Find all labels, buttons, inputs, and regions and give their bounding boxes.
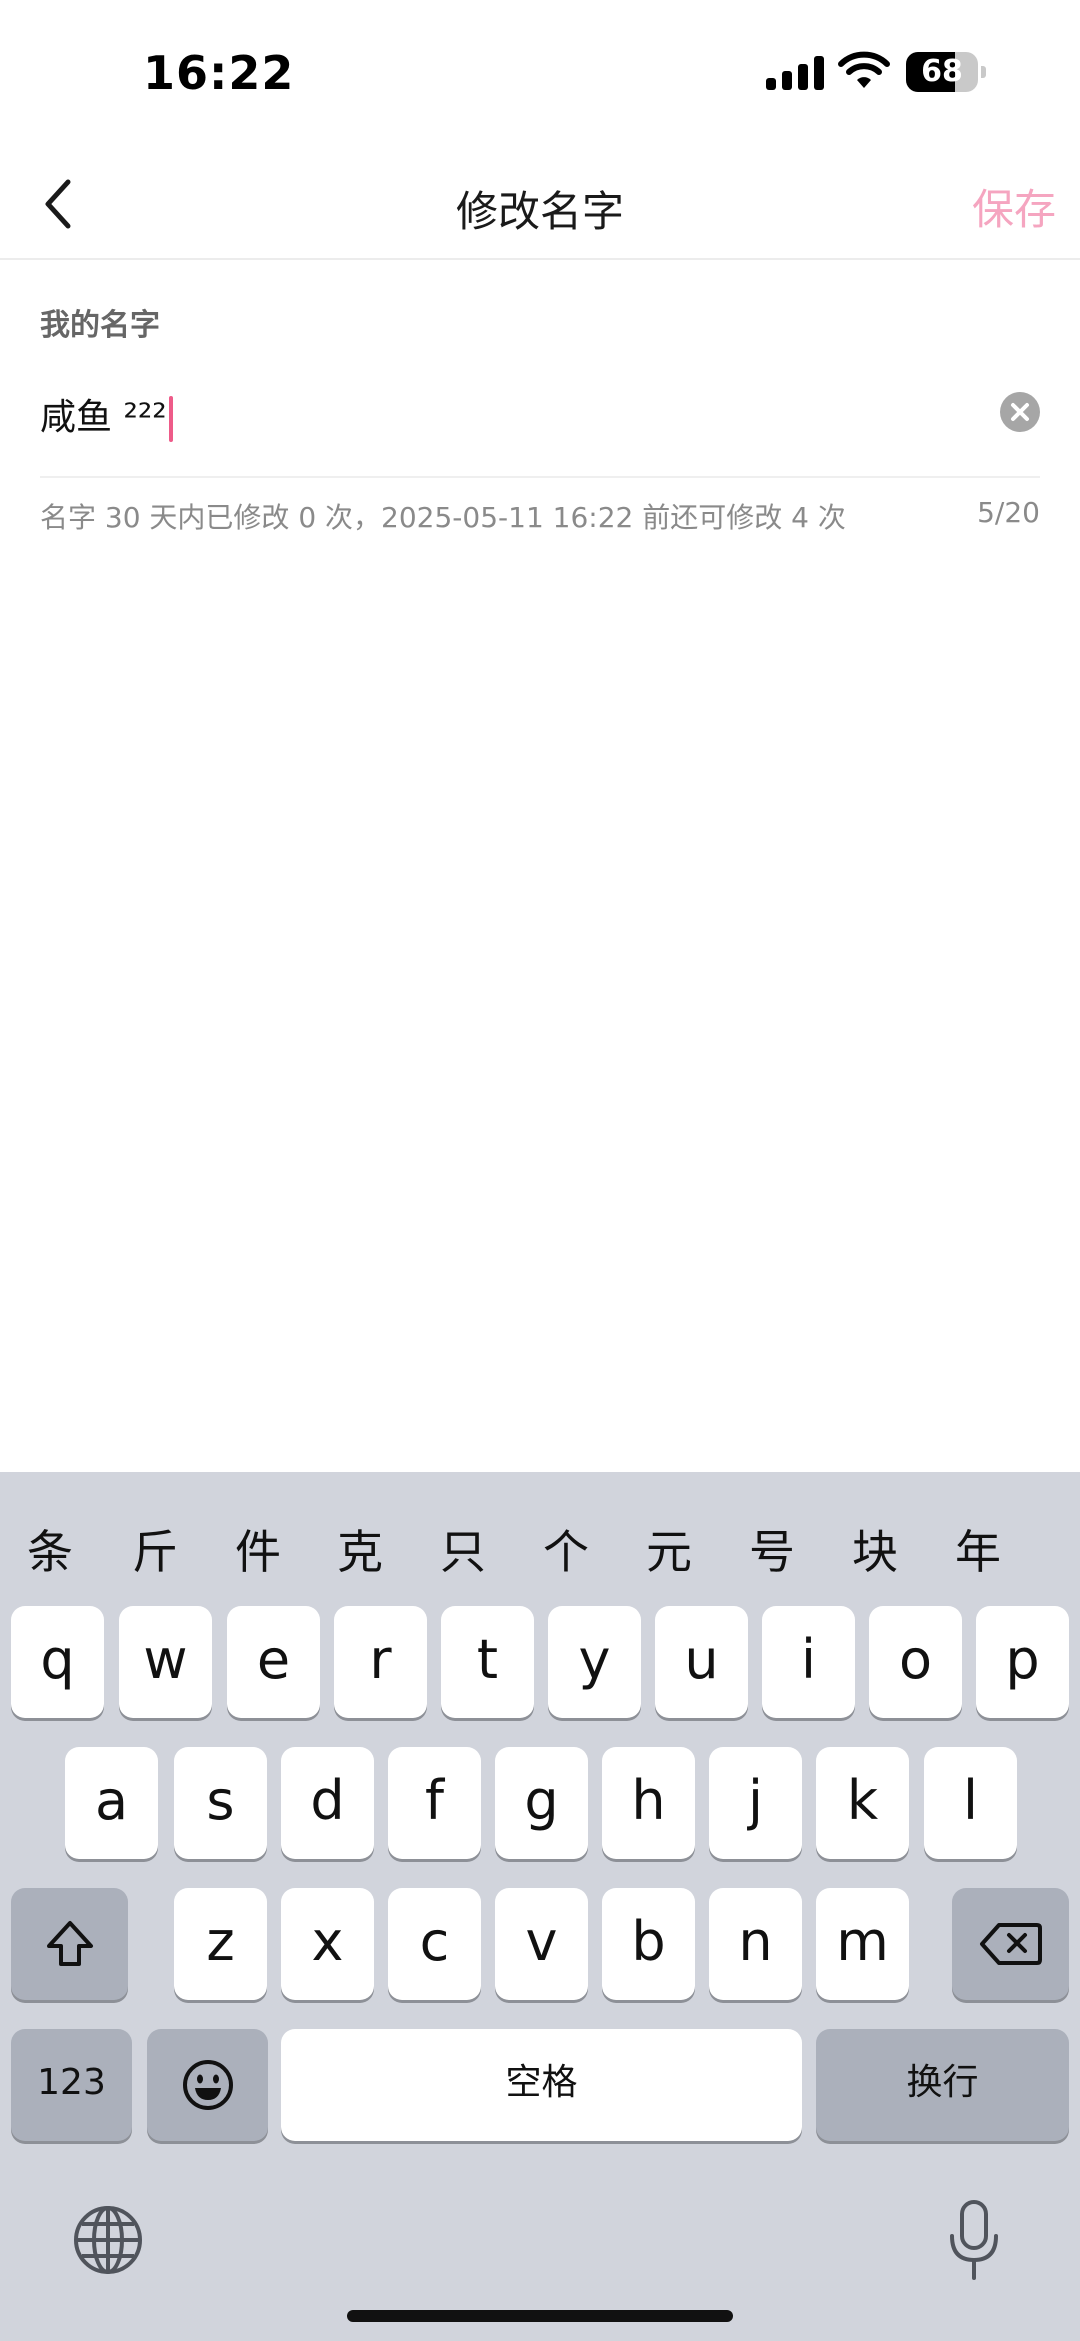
status-bar: 16:22 68: [0, 0, 1080, 150]
candidate-word[interactable]: 克: [320, 1516, 400, 1582]
key-g[interactable]: g: [495, 1747, 588, 1859]
save-button[interactable]: 保存: [972, 176, 1056, 237]
keyboard: 条 斤 件 克 只 个 元 号 块 年 q w e r t y u i o p …: [0, 1472, 1080, 2341]
microphone-icon[interactable]: [944, 2198, 1004, 2282]
candidate-word[interactable]: 块: [835, 1516, 915, 1582]
clear-input-button[interactable]: [1000, 392, 1040, 432]
nav-bar: 修改名字 保存: [0, 150, 1080, 260]
numbers-key[interactable]: 123: [11, 2029, 132, 2141]
globe-icon[interactable]: [70, 2202, 146, 2278]
key-d[interactable]: d: [281, 1747, 374, 1859]
key-q[interactable]: q: [11, 1606, 104, 1718]
close-icon: [1011, 403, 1029, 421]
key-b[interactable]: b: [602, 1888, 695, 2000]
return-key[interactable]: 换行: [816, 2029, 1069, 2141]
key-a[interactable]: a: [65, 1747, 158, 1859]
cellular-signal-icon: [766, 56, 824, 90]
page-title: 修改名字: [455, 187, 624, 236]
key-p[interactable]: p: [976, 1606, 1069, 1718]
candidate-word[interactable]: 条: [10, 1516, 90, 1582]
key-j[interactable]: j: [709, 1747, 802, 1859]
space-key[interactable]: 空格: [281, 2029, 802, 2141]
key-f[interactable]: f: [388, 1747, 481, 1859]
key-v[interactable]: v: [495, 1888, 588, 2000]
key-n[interactable]: n: [709, 1888, 802, 2000]
key-z[interactable]: z: [174, 1888, 267, 2000]
key-r[interactable]: r: [334, 1606, 427, 1718]
key-l[interactable]: l: [924, 1747, 1017, 1859]
candidate-word[interactable]: 年: [938, 1516, 1018, 1582]
candidate-word[interactable]: 斤: [115, 1516, 195, 1582]
key-x[interactable]: x: [281, 1888, 374, 2000]
name-input[interactable]: 咸鱼 ²²²: [40, 370, 1040, 478]
battery-percent: 68: [921, 54, 963, 89]
battery-icon: 68: [906, 52, 986, 92]
character-counter: 5/20: [977, 496, 1040, 529]
key-i[interactable]: i: [762, 1606, 855, 1718]
candidate-word[interactable]: 件: [218, 1516, 298, 1582]
key-s[interactable]: s: [174, 1747, 267, 1859]
status-time: 16:22: [143, 46, 295, 100]
key-m[interactable]: m: [816, 1888, 909, 2000]
key-c[interactable]: c: [388, 1888, 481, 2000]
name-input-value: 咸鱼 ²²²: [40, 397, 167, 438]
shift-key[interactable]: [11, 1888, 128, 2000]
key-e[interactable]: e: [227, 1606, 320, 1718]
candidate-bar: 条 斤 件 克 只 个 元 号 块 年: [0, 1472, 1080, 1602]
key-w[interactable]: w: [119, 1606, 212, 1718]
key-u[interactable]: u: [655, 1606, 748, 1718]
shift-arrow-icon: [46, 1921, 93, 1966]
candidate-word[interactable]: 个: [526, 1516, 606, 1582]
key-t[interactable]: t: [441, 1606, 534, 1718]
candidate-word[interactable]: 元: [629, 1516, 709, 1582]
section-label: 我的名字: [40, 308, 160, 343]
wifi-icon: [838, 50, 890, 90]
key-o[interactable]: o: [869, 1606, 962, 1718]
text-cursor: [168, 396, 173, 442]
rename-limit-hint: 名字 30 天内已修改 0 次，2025-05-11 16:22 前还可修改 4…: [40, 501, 846, 534]
key-h[interactable]: h: [602, 1747, 695, 1859]
candidate-word[interactable]: 号: [732, 1516, 812, 1582]
home-indicator[interactable]: [347, 2310, 733, 2322]
key-k[interactable]: k: [816, 1747, 909, 1859]
backspace-icon: [979, 1923, 1042, 1965]
delete-key[interactable]: [952, 1888, 1069, 2000]
emoji-key[interactable]: [147, 2029, 268, 2141]
candidate-word[interactable]: 只: [423, 1516, 503, 1582]
key-y[interactable]: y: [548, 1606, 641, 1718]
emoji-icon: [182, 2060, 233, 2110]
